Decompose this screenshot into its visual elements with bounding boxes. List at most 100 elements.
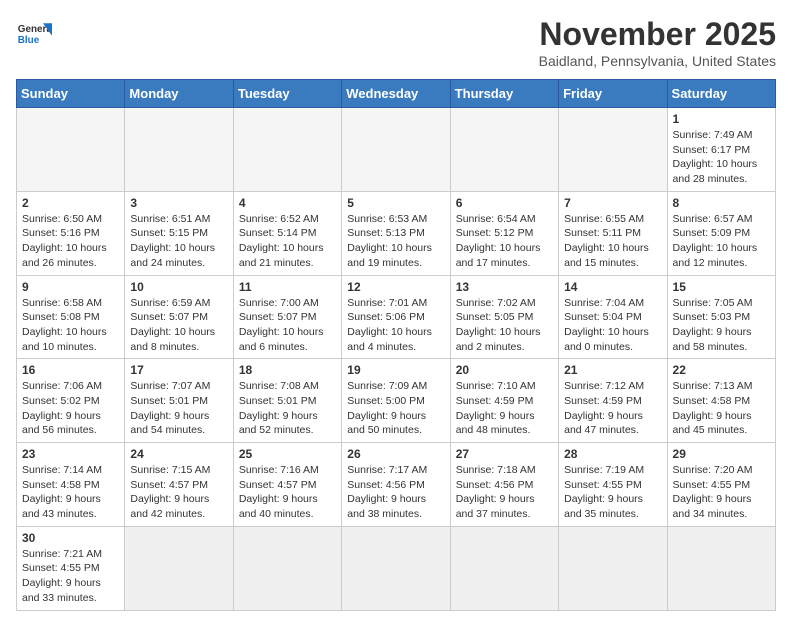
day-info: Sunrise: 6:53 AM Sunset: 5:13 PM Dayligh… — [347, 212, 444, 271]
calendar-cell — [450, 526, 558, 610]
day-info: Sunrise: 6:51 AM Sunset: 5:15 PM Dayligh… — [130, 212, 227, 271]
calendar-cell: 5 Sunrise: 6:53 AM Sunset: 5:13 PM Daylig… — [342, 191, 450, 275]
day-number: 12 — [347, 280, 444, 294]
calendar-cell: 19Sunrise: 7:09 AM Sunset: 5:00 PM Dayli… — [342, 359, 450, 443]
calendar-cell: 4Sunrise: 6:52 AM Sunset: 5:14 PM Daylig… — [233, 191, 341, 275]
calendar-cell: 28Sunrise: 7:19 AM Sunset: 4:55 PM Dayli… — [559, 443, 667, 527]
day-number: 20 — [456, 363, 553, 377]
calendar-cell: 1Sunrise: 7:49 AM Sunset: 6:17 PM Daylig… — [667, 108, 775, 192]
calendar-cell: 23Sunrise: 7:14 AM Sunset: 4:58 PM Dayli… — [17, 443, 125, 527]
calendar-cell — [667, 526, 775, 610]
header: General Blue November 2025 Baidland, Pen… — [16, 16, 776, 69]
calendar-cell: 21Sunrise: 7:12 AM Sunset: 4:59 PM Dayli… — [559, 359, 667, 443]
logo: General Blue — [16, 16, 52, 52]
calendar-cell — [342, 108, 450, 192]
day-number: 19 — [347, 363, 444, 377]
day-number: 7 — [564, 196, 661, 210]
calendar-cell: 11 Sunrise: 7:00 AM Sunset: 5:07 PM Dayli… — [233, 275, 341, 359]
day-info: Sunrise: 7:18 AM Sunset: 4:56 PM Dayligh… — [456, 463, 553, 522]
calendar-week-2: 2 Sunrise: 6:50 AM Sunset: 5:16 PM Daylig… — [17, 191, 776, 275]
day-number: 10 — [130, 280, 227, 294]
calendar-week-4: 16 Sunrise: 7:06 AM Sunset: 5:02 PM Dayli… — [17, 359, 776, 443]
day-number: 8 — [673, 196, 770, 210]
calendar-cell — [125, 526, 233, 610]
calendar-cell: 14 Sunrise: 7:04 AM Sunset: 5:04 PM Dayli… — [559, 275, 667, 359]
day-number: 11 — [239, 280, 336, 294]
calendar-cell: 7Sunrise: 6:55 AM Sunset: 5:11 PM Daylig… — [559, 191, 667, 275]
day-number: 27 — [456, 447, 553, 461]
day-number: 18 — [239, 363, 336, 377]
day-number: 16 — [22, 363, 119, 377]
day-number: 2 — [22, 196, 119, 210]
day-info: Sunrise: 7:17 AM Sunset: 4:56 PM Dayligh… — [347, 463, 444, 522]
calendar-cell: 29 Sunrise: 7:20 AM Sunset: 4:55 PM Dayli… — [667, 443, 775, 527]
day-info: Sunrise: 6:57 AM Sunset: 5:09 PM Dayligh… — [673, 212, 770, 271]
weekday-header-sunday: Sunday — [17, 80, 125, 108]
calendar-cell: 18 Sunrise: 7:08 AM Sunset: 5:01 PM Dayli… — [233, 359, 341, 443]
calendar-cell — [233, 526, 341, 610]
day-info: Sunrise: 7:01 AM Sunset: 5:06 PM Dayligh… — [347, 296, 444, 355]
day-info: Sunrise: 7:02 AM Sunset: 5:05 PM Dayligh… — [456, 296, 553, 355]
day-info: Sunrise: 6:52 AM Sunset: 5:14 PM Dayligh… — [239, 212, 336, 271]
svg-text:Blue: Blue — [18, 35, 40, 46]
day-info: Sunrise: 7:10 AM Sunset: 4:59 PM Dayligh… — [456, 379, 553, 438]
calendar-cell — [233, 108, 341, 192]
calendar-cell — [17, 108, 125, 192]
day-info: Sunrise: 7:00 AM Sunset: 5:07 PM Dayligh… — [239, 296, 336, 355]
day-number: 14 — [564, 280, 661, 294]
day-number: 22 — [673, 363, 770, 377]
weekday-header-tuesday: Tuesday — [233, 80, 341, 108]
day-number: 29 — [673, 447, 770, 461]
weekday-header-row: SundayMondayTuesdayWednesdayThursdayFrid… — [17, 80, 776, 108]
calendar-cell: 27 Sunrise: 7:18 AM Sunset: 4:56 PM Dayli… — [450, 443, 558, 527]
day-info: Sunrise: 6:58 AM Sunset: 5:08 PM Dayligh… — [22, 296, 119, 355]
calendar-cell: 10Sunrise: 6:59 AM Sunset: 5:07 PM Dayli… — [125, 275, 233, 359]
calendar-cell: 13Sunrise: 7:02 AM Sunset: 5:05 PM Dayli… — [450, 275, 558, 359]
day-number: 24 — [130, 447, 227, 461]
weekday-header-monday: Monday — [125, 80, 233, 108]
logo-icon: General Blue — [16, 16, 52, 52]
calendar-cell: 20 Sunrise: 7:10 AM Sunset: 4:59 PM Dayli… — [450, 359, 558, 443]
day-info: Sunrise: 7:07 AM Sunset: 5:01 PM Dayligh… — [130, 379, 227, 438]
calendar-cell: 12 Sunrise: 7:01 AM Sunset: 5:06 PM Dayli… — [342, 275, 450, 359]
day-info: Sunrise: 7:04 AM Sunset: 5:04 PM Dayligh… — [564, 296, 661, 355]
calendar-cell: 15 Sunrise: 7:05 AM Sunset: 5:03 PM Dayli… — [667, 275, 775, 359]
day-number: 30 — [22, 531, 119, 545]
day-number: 17 — [130, 363, 227, 377]
calendar-week-3: 9Sunrise: 6:58 AM Sunset: 5:08 PM Daylig… — [17, 275, 776, 359]
day-info: Sunrise: 7:06 AM Sunset: 5:02 PM Dayligh… — [22, 379, 119, 438]
calendar-cell: 24 Sunrise: 7:15 AM Sunset: 4:57 PM Dayli… — [125, 443, 233, 527]
day-number: 15 — [673, 280, 770, 294]
calendar-cell: 17 Sunrise: 7:07 AM Sunset: 5:01 PM Dayli… — [125, 359, 233, 443]
day-number: 3 — [130, 196, 227, 210]
calendar-cell: 2 Sunrise: 6:50 AM Sunset: 5:16 PM Daylig… — [17, 191, 125, 275]
calendar-table: SundayMondayTuesdayWednesdayThursdayFrid… — [16, 79, 776, 611]
calendar-cell: 3 Sunrise: 6:51 AM Sunset: 5:15 PM Daylig… — [125, 191, 233, 275]
day-number: 5 — [347, 196, 444, 210]
day-number: 1 — [673, 112, 770, 126]
day-info: Sunrise: 7:08 AM Sunset: 5:01 PM Dayligh… — [239, 379, 336, 438]
calendar-cell: 30 Sunrise: 7:21 AM Sunset: 4:55 PM Dayli… — [17, 526, 125, 610]
weekday-header-wednesday: Wednesday — [342, 80, 450, 108]
day-number: 23 — [22, 447, 119, 461]
day-info: Sunrise: 7:13 AM Sunset: 4:58 PM Dayligh… — [673, 379, 770, 438]
day-info: Sunrise: 7:15 AM Sunset: 4:57 PM Dayligh… — [130, 463, 227, 522]
day-number: 26 — [347, 447, 444, 461]
calendar-cell — [342, 526, 450, 610]
day-info: Sunrise: 7:21 AM Sunset: 4:55 PM Dayligh… — [22, 547, 119, 606]
calendar-cell: 9Sunrise: 6:58 AM Sunset: 5:08 PM Daylig… — [17, 275, 125, 359]
calendar-cell: 6 Sunrise: 6:54 AM Sunset: 5:12 PM Daylig… — [450, 191, 558, 275]
calendar-cell: 22 Sunrise: 7:13 AM Sunset: 4:58 PM Dayli… — [667, 359, 775, 443]
day-info: Sunrise: 6:50 AM Sunset: 5:16 PM Dayligh… — [22, 212, 119, 271]
day-info: Sunrise: 7:05 AM Sunset: 5:03 PM Dayligh… — [673, 296, 770, 355]
day-info: Sunrise: 6:54 AM Sunset: 5:12 PM Dayligh… — [456, 212, 553, 271]
day-number: 28 — [564, 447, 661, 461]
calendar-cell: 25Sunrise: 7:16 AM Sunset: 4:57 PM Dayli… — [233, 443, 341, 527]
weekday-header-friday: Friday — [559, 80, 667, 108]
calendar-cell: 26 Sunrise: 7:17 AM Sunset: 4:56 PM Dayli… — [342, 443, 450, 527]
month-title: November 2025 — [539, 16, 776, 53]
title-area: November 2025 Baidland, Pennsylvania, Un… — [539, 16, 776, 69]
day-number: 6 — [456, 196, 553, 210]
day-info: Sunrise: 7:12 AM Sunset: 4:59 PM Dayligh… — [564, 379, 661, 438]
day-info: Sunrise: 7:20 AM Sunset: 4:55 PM Dayligh… — [673, 463, 770, 522]
